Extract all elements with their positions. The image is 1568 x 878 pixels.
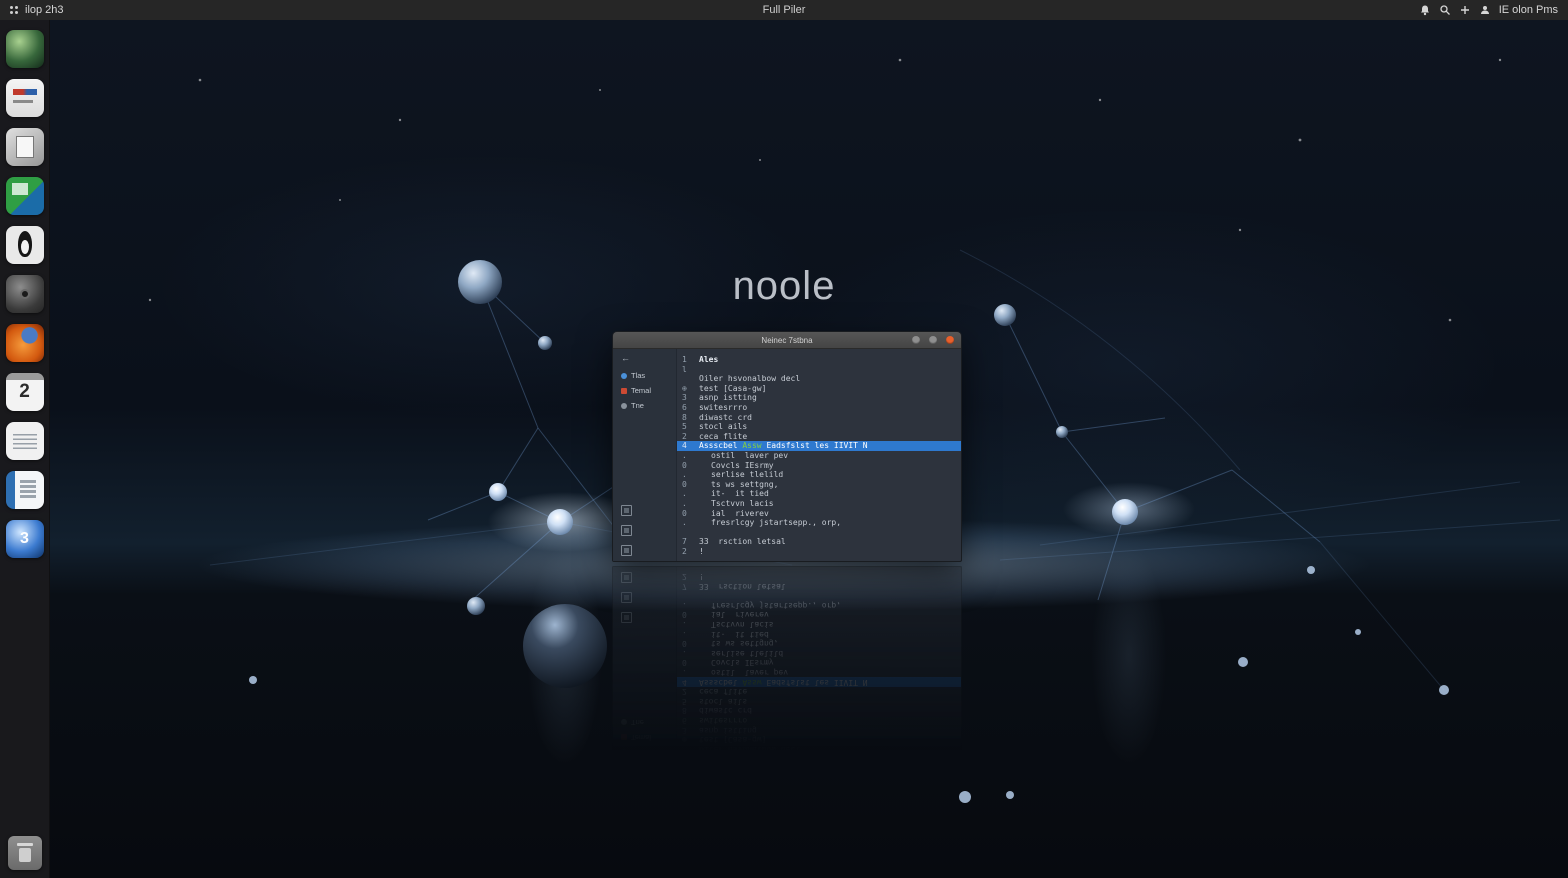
- desktop-logo: noole: [732, 264, 836, 308]
- notifications-icon[interactable]: [1419, 4, 1431, 16]
- system-menu[interactable]: ilop 2h3: [10, 4, 64, 16]
- file-row[interactable]: 2 ceca flite: [677, 432, 961, 442]
- clock-label: 3: [20, 530, 29, 547]
- file-row[interactable]: l: [677, 365, 961, 375]
- file-row[interactable]: [677, 528, 961, 538]
- sidebar-item-tlas[interactable]: Tlas: [621, 368, 676, 383]
- status-text[interactable]: IE olon Pms: [1499, 4, 1558, 16]
- file-row[interactable]: 0 ial riverev: [677, 509, 961, 519]
- dock-icon-notes[interactable]: [5, 422, 44, 460]
- file-row[interactable]: 5 stocl ails: [677, 422, 961, 432]
- dock-icon-calendar[interactable]: 2: [5, 373, 44, 411]
- file-row[interactable]: 8 diwastc crd: [677, 413, 961, 423]
- sidebar-item-label: Tlas: [631, 371, 646, 380]
- dock-icon-files[interactable]: [5, 128, 44, 166]
- window-titlebar[interactable]: Neinec 7stbna: [613, 332, 961, 349]
- place-icon: [621, 387, 627, 394]
- calendar-day-label: 2: [19, 381, 30, 402]
- dock-icon-trash[interactable]: [7, 836, 42, 870]
- sidebar-item-tne[interactable]: Tne: [621, 398, 676, 413]
- dock-icon-office[interactable]: [5, 177, 44, 215]
- file-row[interactable]: 3 asnp istting: [677, 393, 961, 403]
- search-icon[interactable]: [1439, 4, 1451, 16]
- file-row[interactable]: Oiler hsvonalbow decl: [677, 374, 961, 384]
- file-row[interactable]: 1 Ales: [677, 355, 961, 365]
- file-manager-window: Neinec 7stbna ← Tlas Temal Tne 1 Ales l …: [612, 331, 962, 562]
- dock-icon-tux[interactable]: [5, 226, 44, 264]
- sidebar-item-label: Tne: [631, 401, 644, 410]
- file-row[interactable]: . ostil laver pev: [677, 451, 961, 461]
- dock-icon-disk[interactable]: [5, 275, 44, 313]
- dock-icon-clock[interactable]: 3: [5, 520, 44, 558]
- file-row[interactable]: 2!: [677, 547, 961, 557]
- apps-grid-icon: [10, 5, 19, 15]
- dock-icon-editor[interactable]: [5, 79, 44, 117]
- maximize-button[interactable]: [929, 336, 937, 344]
- window-title: Neinec 7stbna: [761, 335, 813, 345]
- panel-tool-icon-3[interactable]: [621, 545, 632, 556]
- place-icon: [621, 372, 627, 379]
- panel-tool-icon-2[interactable]: [621, 525, 632, 536]
- top-bar: ilop 2h3 Full Piler IE olon Pms: [0, 0, 1568, 20]
- file-list: 1 Ales l Oiler hsvonalbow decl ⊕ test [Cas…: [677, 349, 961, 561]
- user-icon[interactable]: [1479, 4, 1491, 16]
- place-icon: [621, 402, 627, 409]
- file-row-selected[interactable]: 4 Assscbel Assw Eadsfslst les IIVIT N: [677, 441, 961, 451]
- file-row[interactable]: . it- it tied: [677, 489, 961, 499]
- file-row[interactable]: ⊕ test [Casa-gw]: [677, 384, 961, 394]
- topbar-title: Full Piler: [762, 4, 806, 16]
- add-icon[interactable]: [1459, 4, 1471, 16]
- file-row[interactable]: 0 ts ws settgng,: [677, 480, 961, 490]
- dock: 2 3: [0, 20, 50, 878]
- file-row[interactable]: 6 switesrrro: [677, 403, 961, 413]
- panel-tool-icon-1[interactable]: [621, 505, 632, 516]
- file-row[interactable]: 0 Covcls IEsrmy: [677, 461, 961, 471]
- system-menu-label: ilop 2h3: [25, 4, 64, 16]
- file-row[interactable]: . fresrlcgy jstartsepp., orp,: [677, 518, 961, 528]
- dock-icon-firefox[interactable]: [5, 324, 44, 362]
- minimize-button[interactable]: [912, 336, 920, 344]
- file-row[interactable]: . serlise tlelild: [677, 470, 961, 480]
- file-row[interactable]: 7 33 rsction letsal: [677, 537, 961, 547]
- dock-icon-globe[interactable]: [5, 30, 44, 68]
- file-row[interactable]: . Tsctvvn lacis: [677, 499, 961, 509]
- window-sidebar: ← Tlas Temal Tne: [613, 349, 677, 561]
- dock-icon-document[interactable]: [5, 471, 44, 509]
- close-button[interactable]: [946, 336, 954, 344]
- sidebar-item-label: Temal: [631, 386, 652, 395]
- sidebar-item-temal[interactable]: Temal: [621, 383, 676, 398]
- back-button[interactable]: ←: [621, 353, 633, 363]
